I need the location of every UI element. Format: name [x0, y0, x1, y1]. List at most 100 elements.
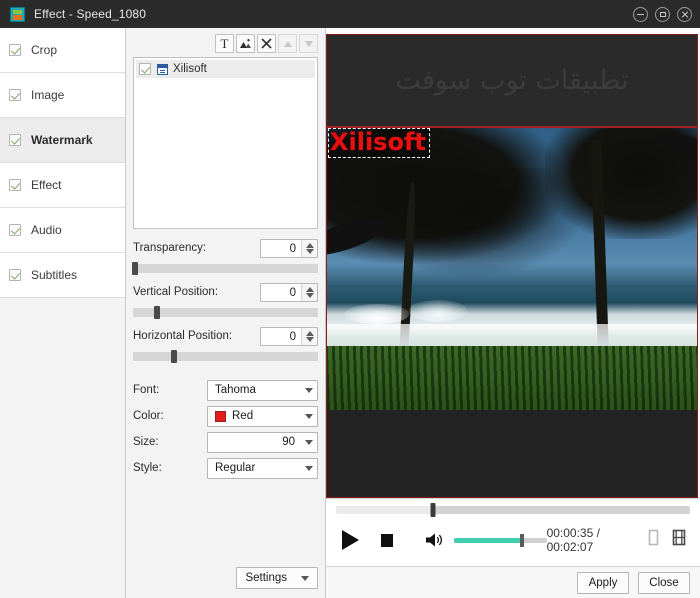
horizontal-position-stepper[interactable]: 0	[260, 327, 318, 346]
time-display: 00:00:35 / 00:02:07	[547, 526, 639, 554]
sidebar: Crop Image Watermark Effect Audio Subtit…	[0, 28, 126, 598]
horizontal-position-label: Horizontal Position:	[133, 330, 260, 342]
maximize-button[interactable]	[655, 7, 670, 22]
style-value: Regular	[215, 459, 301, 478]
transparency-label: Transparency:	[133, 242, 260, 254]
close-window-button[interactable]	[677, 7, 692, 22]
audio-checkbox[interactable]	[9, 224, 21, 236]
move-up-icon[interactable]	[278, 34, 297, 53]
style-row: Style: Regular	[133, 455, 318, 481]
vertical-position-label: Vertical Position:	[133, 286, 260, 298]
size-select[interactable]: 90	[207, 432, 318, 453]
add-image-watermark-icon[interactable]	[236, 34, 255, 53]
sidebar-item-label: Image	[31, 88, 64, 102]
font-value: Tahoma	[215, 381, 301, 400]
watermark-overlay-text: Xilisoft	[330, 128, 426, 156]
seek-bar[interactable]	[336, 506, 690, 514]
style-label: Style:	[133, 462, 207, 474]
subtitles-checkbox[interactable]	[9, 269, 21, 281]
seek-handle[interactable]	[431, 503, 436, 517]
play-button[interactable]	[342, 530, 359, 550]
vertical-position-stepper[interactable]: 0	[260, 283, 318, 302]
color-label: Color:	[133, 410, 207, 422]
watermark-item-checkbox[interactable]	[139, 63, 151, 75]
transparency-spin-arrows[interactable]	[301, 240, 317, 257]
foreground-grass	[327, 346, 697, 410]
crop-checkbox[interactable]	[9, 44, 21, 56]
sidebar-item-label: Subtitles	[31, 268, 77, 282]
sidebar-item-crop[interactable]: Crop	[0, 28, 125, 73]
vertical-position-value: 0	[261, 284, 301, 301]
watermark-item-label: Xilisoft	[173, 63, 207, 75]
style-select[interactable]: Regular	[207, 458, 318, 479]
title-bar: Effect - Speed_1080	[0, 0, 700, 28]
move-down-icon[interactable]	[299, 34, 318, 53]
minimize-button[interactable]	[633, 7, 648, 22]
preview-extra-icons	[647, 529, 686, 551]
settings-button[interactable]: Settings	[236, 567, 318, 589]
effect-window: Effect - Speed_1080 Crop Image Watermark	[0, 0, 700, 598]
dialog-footer: Apply Close	[326, 566, 700, 598]
add-text-watermark-icon[interactable]: T	[215, 34, 234, 53]
text-t-glyph: T	[221, 37, 229, 50]
watermark-toolbar: T	[133, 34, 318, 53]
watermark-overlay[interactable]: Xilisoft	[328, 128, 430, 158]
watermark-settings-panel: T	[126, 28, 326, 598]
volume-slider[interactable]	[454, 538, 547, 543]
spin-down-icon[interactable]	[306, 249, 314, 254]
transparency-value: 0	[261, 240, 301, 257]
chevron-down-icon	[305, 466, 313, 471]
vertical-position-spin-arrows[interactable]	[301, 284, 317, 301]
watermark-checkbox[interactable]	[9, 134, 21, 146]
horizontal-position-slider[interactable]	[133, 352, 318, 361]
chevron-down-icon	[305, 414, 313, 419]
volume-handle[interactable]	[520, 534, 524, 547]
spin-down-icon[interactable]	[306, 337, 314, 342]
spin-up-icon[interactable]	[306, 331, 314, 336]
image-checkbox[interactable]	[9, 89, 21, 101]
horizontal-position-slider-handle[interactable]	[171, 350, 177, 363]
list-item[interactable]: Xilisoft	[136, 60, 315, 78]
color-select[interactable]: Red	[207, 406, 318, 427]
sidebar-item-audio[interactable]: Audio	[0, 208, 125, 253]
vertical-position-slider[interactable]	[133, 308, 318, 317]
player-controls: 00:00:35 / 00:02:07	[326, 498, 700, 566]
spin-up-icon[interactable]	[306, 243, 314, 248]
spin-up-icon[interactable]	[306, 287, 314, 292]
stop-button[interactable]	[381, 534, 393, 547]
vertical-position-slider-handle[interactable]	[154, 306, 160, 319]
spin-down-icon[interactable]	[306, 293, 314, 298]
filmstrip-icon[interactable]	[672, 529, 686, 551]
font-select[interactable]: Tahoma	[207, 380, 318, 401]
overlay-text: تطبيقات توب سوفت	[395, 65, 628, 96]
video-preview[interactable]: تطبيقات توب سوفت	[326, 34, 698, 498]
snapshot-icon[interactable]	[647, 529, 660, 551]
apply-button[interactable]: Apply	[577, 572, 629, 594]
window-title: Effect - Speed_1080	[34, 7, 146, 21]
horizontal-position-value: 0	[261, 328, 301, 345]
size-value: 90	[215, 433, 301, 452]
effect-checkbox[interactable]	[9, 179, 21, 191]
chevron-down-icon	[305, 440, 313, 445]
delete-watermark-icon[interactable]	[257, 34, 276, 53]
vertical-position-group: Vertical Position: 0	[133, 282, 318, 317]
sidebar-item-watermark[interactable]: Watermark	[0, 118, 125, 163]
transparency-slider[interactable]	[133, 264, 318, 273]
settings-wrap: Settings	[236, 567, 318, 589]
volume-icon[interactable]	[425, 532, 445, 548]
horizontal-position-spin-arrows[interactable]	[301, 328, 317, 345]
sidebar-item-label: Watermark	[31, 133, 93, 147]
font-row: Font: Tahoma	[133, 377, 318, 403]
watermark-list[interactable]: Xilisoft	[133, 57, 318, 229]
close-button[interactable]: Close	[638, 572, 690, 594]
letterbox-bottom	[327, 410, 697, 497]
sidebar-item-label: Audio	[31, 223, 62, 237]
sidebar-item-effect[interactable]: Effect	[0, 163, 125, 208]
sidebar-item-subtitles[interactable]: Subtitles	[0, 253, 125, 298]
preview-panel: تطبيقات توب سوفت	[326, 28, 700, 598]
sidebar-item-image[interactable]: Image	[0, 73, 125, 118]
transparency-slider-handle[interactable]	[132, 262, 138, 275]
sidebar-item-label: Effect	[31, 178, 61, 192]
video-frame-image	[327, 128, 697, 410]
transparency-stepper[interactable]: 0	[260, 239, 318, 258]
